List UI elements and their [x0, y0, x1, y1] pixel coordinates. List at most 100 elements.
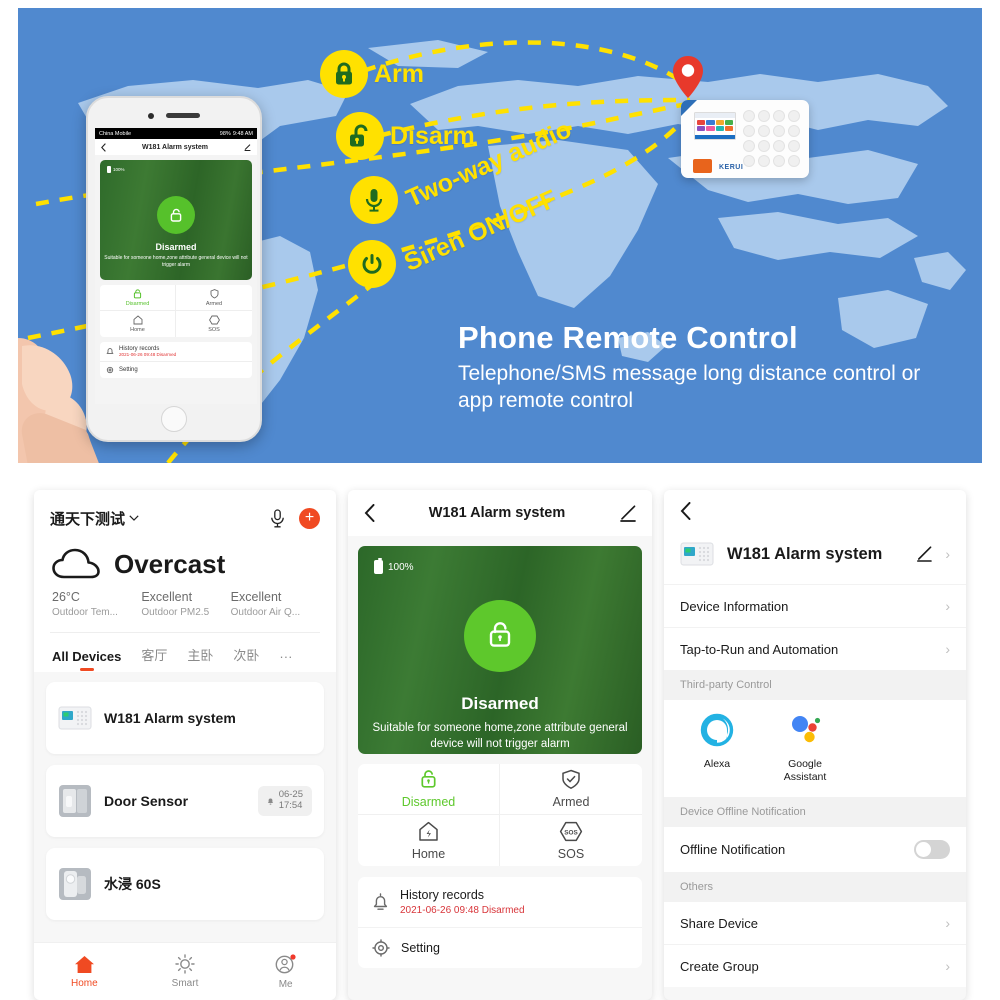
third-party-alexa[interactable]: Alexa — [680, 713, 754, 783]
row-offline-notification-label: Offline Notification — [680, 842, 786, 858]
nav-smart[interactable]: Smart — [135, 943, 236, 1000]
device-name-alarm: W181 Alarm system — [104, 710, 236, 726]
phone-history-value: 2021-06-26 09:48 Disarmed — [119, 352, 177, 357]
alarm-panel-icon — [58, 706, 92, 730]
map-pin-icon — [673, 56, 703, 98]
row-tap-to-run[interactable]: Tap-to-Run and Automation › — [664, 627, 966, 670]
tab-more[interactable]: ··· — [279, 649, 292, 672]
door-sensor-icon — [59, 785, 91, 817]
person-icon — [275, 953, 296, 973]
tab-second-bedroom[interactable]: 次卧 — [233, 645, 259, 672]
edit-pencil-icon[interactable] — [916, 546, 933, 562]
offline-notification-toggle[interactable] — [914, 840, 950, 860]
back-chevron-icon[interactable] — [680, 502, 691, 520]
nav-home[interactable]: Home — [34, 943, 135, 1000]
banner-title: Phone Remote Control — [458, 320, 798, 355]
battery-level-label: 100% — [388, 561, 414, 573]
phone-lock-button[interactable] — [157, 196, 195, 234]
phone-mode-armed[interactable]: Armed — [176, 285, 252, 311]
water-sensor-icon — [59, 868, 91, 900]
phone-screen: China Mobile 98% 9:48 AM W181 Alarm syst… — [95, 128, 257, 404]
google-assistant-icon — [792, 716, 821, 743]
page-root: KERUI Arm Disarm Two-way audio Siren ON/… — [0, 0, 1000, 1000]
room-tabs: All Devices 客厅 主卧 次卧 ··· — [50, 632, 320, 672]
home-bolt-icon — [133, 315, 142, 325]
phone-mode-disarmed[interactable]: Disarmed — [100, 285, 176, 311]
phone-setting-label: Setting — [119, 367, 138, 373]
edit-pencil-icon[interactable] — [244, 143, 251, 151]
history-records-value: 2021-06-26 09:48 Disarmed — [400, 905, 525, 916]
control-nav-bar: W181 Alarm system — [348, 490, 652, 536]
tab-master-bedroom[interactable]: 主卧 — [187, 645, 213, 672]
stat-outdoor-temp-value: 26°C — [52, 590, 80, 604]
edit-pencil-icon[interactable] — [619, 504, 636, 522]
phone-device-battery-label: 100% — [113, 167, 125, 172]
feature-siren: Siren ON/OFF — [348, 184, 570, 288]
phone-mode-disarmed-label: Disarmed — [125, 300, 150, 307]
stat-outdoor-air-value: Excellent — [230, 590, 282, 604]
row-share-device[interactable]: Share Device › — [664, 902, 966, 945]
device-row-door-sensor[interactable]: Door Sensor 06-25 17:54 — [46, 765, 324, 837]
mode-disarmed-label: Disarmed — [401, 795, 456, 809]
settings-device-header[interactable]: W181 Alarm system › — [664, 532, 966, 584]
shield-check-icon — [210, 288, 218, 298]
phone-setting-row[interactable]: Setting — [100, 362, 252, 378]
mode-disarmed[interactable]: Disarmed — [358, 764, 500, 815]
lock-open-icon — [133, 288, 142, 298]
bell-small-icon — [267, 798, 273, 805]
section-third-party: Third-party Control — [664, 670, 966, 700]
phone-mode-home-label: Home — [130, 327, 145, 333]
phone-history-row[interactable]: History records 2021-06-26 09:48 Disarme… — [100, 342, 252, 362]
row-device-information[interactable]: Device Information › — [664, 584, 966, 627]
chevron-right-icon: › — [945, 915, 950, 932]
row-create-group[interactable]: Create Group › — [664, 944, 966, 988]
lock-state-button[interactable] — [464, 600, 536, 672]
mode-sos[interactable]: SOS SOS — [500, 815, 642, 866]
phone-mode-home[interactable]: Home — [100, 311, 176, 337]
setting-row[interactable]: Setting — [358, 928, 642, 968]
add-device-button[interactable]: + — [299, 507, 320, 529]
stat-outdoor-temp: 26°C Outdoor Tem... — [52, 590, 141, 618]
sun-icon — [175, 954, 195, 974]
mode-armed[interactable]: Armed — [500, 764, 642, 815]
phone-menu-list: History records 2021-06-26 09:48 Disarme… — [100, 342, 252, 378]
home-icon — [74, 955, 94, 973]
back-chevron-icon[interactable] — [364, 504, 375, 522]
tab-living-room[interactable]: 客厅 — [141, 645, 167, 672]
lock-open-icon — [489, 622, 511, 647]
alarm-status-card: 100% Disarmed Suitable for someone home,… — [358, 546, 642, 754]
tab-all-devices[interactable]: All Devices — [52, 649, 121, 672]
history-records-row[interactable]: History records 2021-06-26 09:48 Disarme… — [358, 877, 642, 928]
row-offline-notification[interactable]: Offline Notification — [664, 827, 966, 873]
home-selector[interactable]: 通天下测试 — [50, 508, 139, 529]
alarm-state-label: Disarmed — [461, 694, 539, 713]
phone-nav-bar: W181 Alarm system — [95, 139, 257, 155]
phone-state-label: Disarmed — [155, 242, 197, 252]
row-create-group-label: Create Group — [680, 958, 759, 974]
device-name-door-sensor: Door Sensor — [104, 793, 189, 809]
bell-icon — [373, 892, 388, 910]
device-name-water-sensor: 水浸 60S — [104, 876, 161, 892]
mode-home[interactable]: Home — [358, 815, 500, 866]
phone-carrier: China Mobile — [99, 130, 132, 137]
app-screenshots-row: 通天下测试 + Overcast 26°C Outdoor Tem... Exc… — [0, 470, 1000, 1000]
shield-check-icon — [562, 769, 580, 790]
nav-me-label: Me — [278, 978, 293, 990]
alarm-panel-product-image: KERUI — [681, 100, 809, 178]
third-party-google-assistant[interactable]: Google Assistant — [768, 713, 842, 783]
feature-arm-label: Arm — [374, 59, 425, 88]
stat-outdoor-pm25-value: Excellent — [141, 590, 193, 604]
nav-me[interactable]: Me — [235, 943, 336, 1000]
phone-state-desc: Suitable for someone home,zone attribute… — [104, 255, 248, 268]
bottom-nav: Home Smart Me — [34, 942, 336, 1000]
row-device-information-label: Device Information — [680, 598, 789, 614]
device-badge-time: 17:54 — [278, 800, 303, 811]
device-row-water-sensor[interactable]: 水浸 60S — [46, 848, 324, 920]
phone-home-button[interactable] — [161, 406, 187, 432]
voice-mic-icon[interactable] — [270, 508, 285, 528]
phone-mode-sos[interactable]: SOS — [176, 311, 252, 337]
feature-two-way-audio: Two-way audio — [350, 115, 585, 224]
lock-open-icon — [421, 770, 436, 788]
stat-outdoor-pm25-label: Outdoor PM2.5 — [141, 607, 210, 618]
device-row-alarm[interactable]: W181 Alarm system — [46, 682, 324, 754]
